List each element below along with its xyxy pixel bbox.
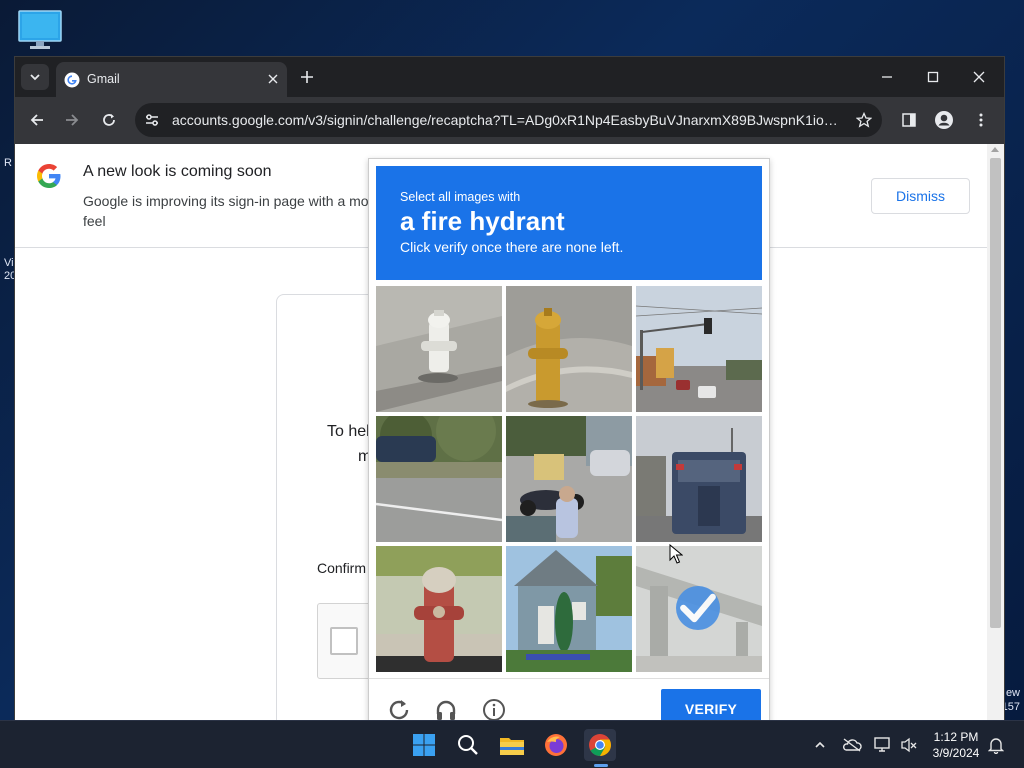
banner-text-line: Google is improving its sign-in page wit… xyxy=(83,193,369,209)
image-tile[interactable] xyxy=(506,416,632,542)
image-tile[interactable] xyxy=(376,286,502,412)
image-grid xyxy=(376,286,762,672)
address-bar[interactable]: accounts.google.com/v3/signin/challenge/… xyxy=(135,103,882,137)
image-tile-selected[interactable] xyxy=(636,546,762,672)
banner-title: A new look is coming soon xyxy=(83,163,272,180)
google-logo-icon xyxy=(35,162,63,190)
taskbar: 1:12 PM 3/9/2024 xyxy=(0,720,1024,768)
forward-arrow-icon[interactable] xyxy=(60,108,84,132)
desktop-label-fragment: Vi xyxy=(4,257,14,269)
scroll-thumb[interactable] xyxy=(990,158,1001,628)
reload-icon[interactable] xyxy=(97,108,121,132)
active-app-indicator xyxy=(594,764,608,767)
clock-date: 3/9/2024 xyxy=(932,746,980,760)
image-tile[interactable] xyxy=(506,286,632,412)
url-text[interactable]: accounts.google.com/v3/signin/challenge/… xyxy=(172,112,842,128)
image-tile[interactable] xyxy=(506,546,632,672)
page-scrollbar[interactable] xyxy=(987,144,1004,720)
site-info-icon[interactable] xyxy=(143,111,161,129)
scroll-up-icon[interactable] xyxy=(991,147,999,152)
profile-avatar-icon[interactable] xyxy=(932,108,956,132)
onedrive-offline-icon[interactable] xyxy=(842,735,862,755)
clock-time: 1:12 PM xyxy=(933,730,979,744)
banner-text: Google is improving its sign-in page wit… xyxy=(83,191,373,231)
bookmark-star-icon[interactable] xyxy=(854,110,874,130)
windows-start-icon[interactable] xyxy=(408,729,440,761)
tab-search-dropdown-icon[interactable] xyxy=(21,64,49,90)
challenge-instruction: Select all images with xyxy=(400,190,521,204)
firefox-icon[interactable] xyxy=(540,729,572,761)
file-explorer-icon[interactable] xyxy=(496,729,528,761)
browser-menu-icon[interactable] xyxy=(969,108,993,132)
signin-help-text: To hel xyxy=(327,423,370,440)
image-tile[interactable] xyxy=(636,286,762,412)
dismiss-button[interactable]: Dismiss xyxy=(871,178,970,214)
back-arrow-icon[interactable] xyxy=(25,108,49,132)
network-icon[interactable] xyxy=(873,735,893,755)
minimize-icon[interactable] xyxy=(873,65,901,89)
recaptcha-checkbox[interactable] xyxy=(330,627,358,655)
desktop-computer-icon[interactable] xyxy=(18,10,62,50)
side-panel-icon[interactable] xyxy=(897,108,921,132)
search-icon[interactable] xyxy=(452,729,484,761)
browser-toolbar: accounts.google.com/v3/signin/challenge/… xyxy=(15,97,1004,144)
chrome-icon[interactable] xyxy=(584,729,616,761)
mouse-cursor-icon xyxy=(669,543,684,564)
chevron-up-icon[interactable] xyxy=(810,735,830,755)
tab-gmail[interactable]: Gmail xyxy=(56,62,287,97)
confirm-text: Confirm xyxy=(317,560,367,576)
close-window-icon[interactable] xyxy=(965,65,993,89)
new-tab-icon[interactable] xyxy=(298,68,316,86)
recaptcha-challenge: Select all images with a fire hydrant Cl… xyxy=(368,158,770,729)
desktop-label-fragment: R xyxy=(4,157,12,169)
notification-bell-icon[interactable] xyxy=(986,735,1006,755)
challenge-footer-divider xyxy=(369,678,769,679)
volume-muted-icon[interactable] xyxy=(899,735,919,755)
tab-title: Gmail xyxy=(87,72,120,86)
image-tile[interactable] xyxy=(376,416,502,542)
tab-strip: Gmail xyxy=(15,57,1004,97)
image-tile[interactable] xyxy=(376,546,502,672)
challenge-header: Select all images with a fire hydrant Cl… xyxy=(376,166,762,280)
taskbar-clock[interactable]: 1:12 PM 3/9/2024 xyxy=(922,729,990,761)
selected-check-icon xyxy=(676,586,720,630)
image-tile[interactable] xyxy=(636,416,762,542)
close-tab-icon[interactable] xyxy=(265,71,281,87)
desktop-label-fragment: 157 xyxy=(1001,701,1020,713)
challenge-target: a fire hydrant xyxy=(400,206,565,236)
banner-text-line: feel xyxy=(83,213,106,229)
desktop-label-fragment: ew xyxy=(1005,687,1020,699)
challenge-hint: Click verify once there are none left. xyxy=(400,239,624,255)
maximize-icon[interactable] xyxy=(919,65,947,89)
google-g-icon xyxy=(64,72,80,88)
